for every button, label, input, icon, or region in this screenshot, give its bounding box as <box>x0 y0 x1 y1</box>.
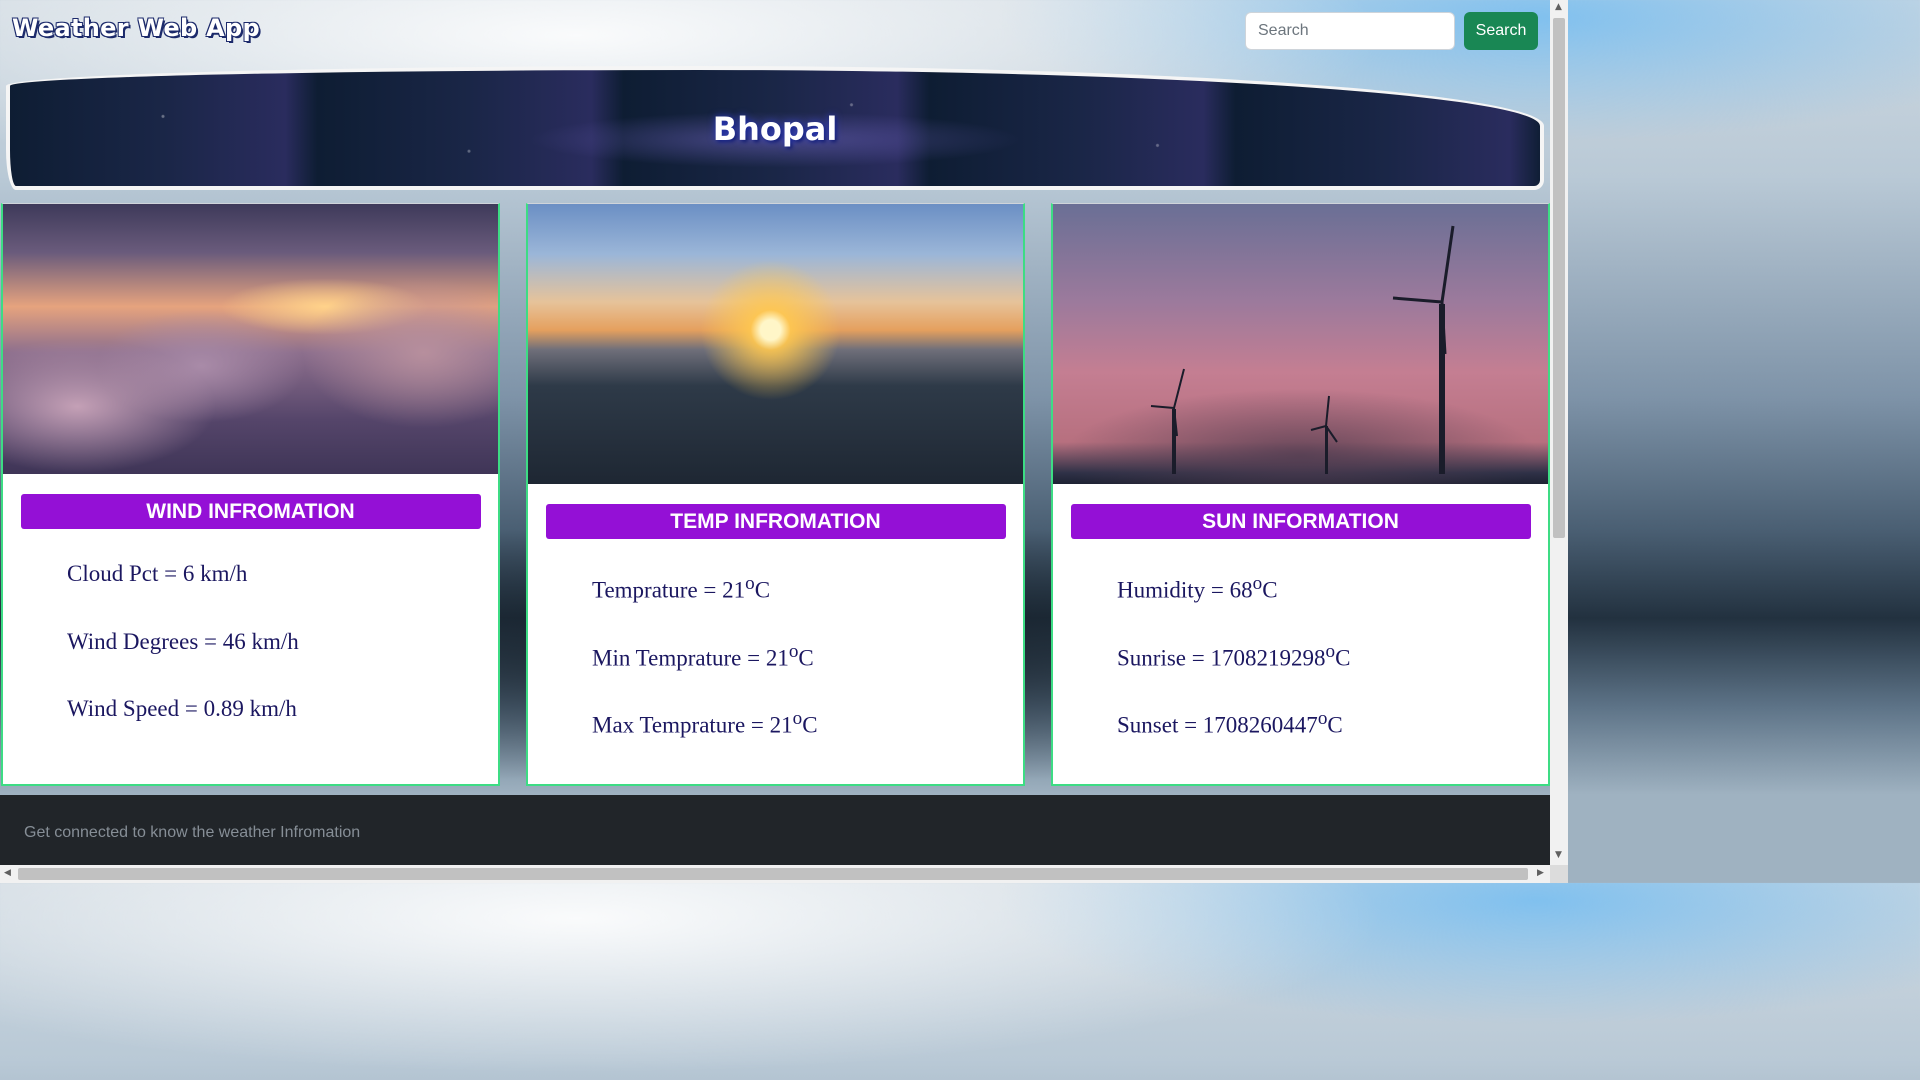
sunrise-value: Sunrise = 1708219298oC <box>1117 640 1351 671</box>
scroll-right-arrow-icon[interactable]: ▶ <box>1537 868 1544 878</box>
wind-speed-value: Wind Speed = 0.89 km/h <box>67 696 297 721</box>
app-title[interactable]: Weather Web App <box>12 14 260 42</box>
horizontal-scrollbar[interactable]: ◀ ▶ <box>0 865 1550 883</box>
search-input[interactable] <box>1245 12 1455 50</box>
wind-degrees-value: Wind Degrees = 46 km/h <box>67 628 299 654</box>
temp-info-header: TEMP INFROMATION <box>545 504 1006 539</box>
sunset-value: Sunset = 1708260447oC <box>1117 708 1343 738</box>
vertical-scroll-thumb[interactable] <box>1553 18 1565 538</box>
wind-info-header: WIND INFROMATION <box>20 494 481 529</box>
min-temperature-value: Min Temprature = 21oC <box>592 640 814 671</box>
turbine-silhouettes <box>1150 225 1455 474</box>
scroll-up-arrow-icon[interactable]: ▲ <box>1555 2 1562 12</box>
clouds-sunset-image <box>3 204 498 474</box>
vertical-scrollbar[interactable]: ▲ ▼ <box>1550 0 1568 865</box>
city-banner: Bhopal <box>6 66 1544 190</box>
cloud-pct-value: Cloud Pct = 6 km/h <box>67 561 248 586</box>
scrollbar-corner <box>1550 865 1568 883</box>
humidity-value: Humidity = 68oC <box>1117 573 1278 603</box>
temperature-value: Temprature = 21oC <box>592 573 771 603</box>
sun-info-header: SUN INFORMATION <box>1070 504 1531 539</box>
temp-info-card: TEMP INFROMATION Temprature = 21oC Min T… <box>526 203 1025 786</box>
sun-info-card: SUN INFORMATION Humidity = 68oC Sunrise … <box>1051 203 1550 786</box>
horizontal-scroll-thumb[interactable] <box>18 868 1528 880</box>
footer-text: Get connected to know the weather Infrom… <box>24 824 361 841</box>
wind-info-card: WIND INFROMATION Cloud Pct = 6 km/h Wind… <box>1 203 500 786</box>
wind-turbines-image <box>1053 204 1548 484</box>
max-temperature-value: Max Temprature = 21oC <box>592 708 818 738</box>
footer: Get connected to know the weather Infrom… <box>0 795 1550 865</box>
scroll-down-arrow-icon[interactable]: ▼ <box>1555 850 1562 860</box>
scroll-left-arrow-icon[interactable]: ◀ <box>4 868 11 878</box>
search-button[interactable]: Search <box>1464 12 1538 50</box>
city-name: Bhopal <box>712 110 838 148</box>
sea-sunset-image <box>528 204 1023 484</box>
